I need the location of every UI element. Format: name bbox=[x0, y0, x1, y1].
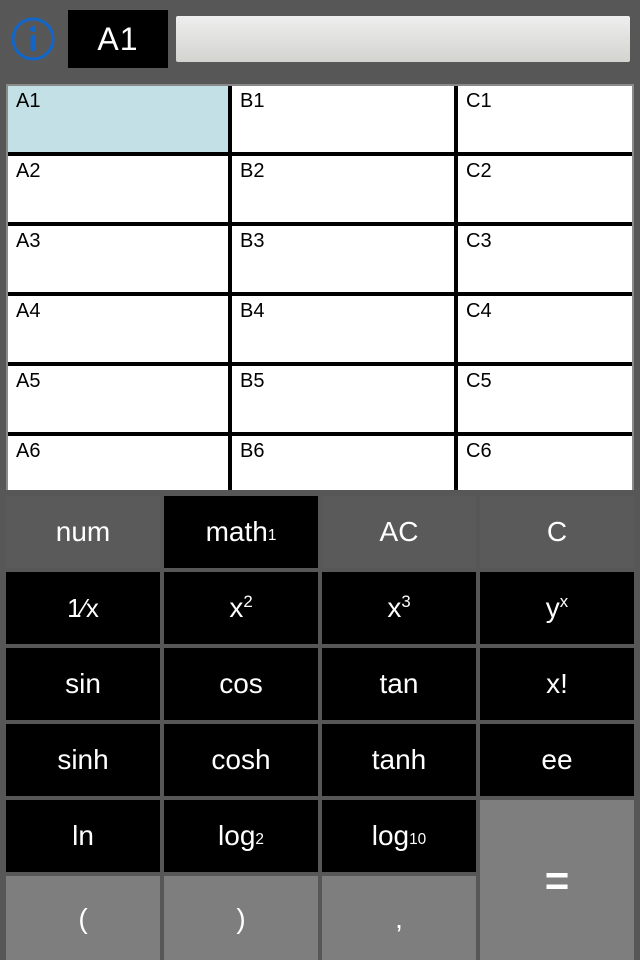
math-sub: 1 bbox=[268, 527, 277, 545]
right-paren-button[interactable]: ) bbox=[164, 876, 318, 960]
all-clear-button[interactable]: AC bbox=[322, 496, 476, 568]
math-label: math bbox=[206, 516, 268, 548]
cell-a5[interactable]: A5 bbox=[8, 366, 228, 432]
x3-sup: 3 bbox=[401, 592, 410, 612]
x3-base: x bbox=[387, 592, 401, 624]
cell-c3[interactable]: C3 bbox=[458, 226, 634, 292]
log2-base: log bbox=[218, 820, 255, 852]
info-icon bbox=[10, 16, 56, 62]
spreadsheet-grid: A1 B1 C1 A2 B2 C2 A3 B3 C3 A4 B4 C4 A5 B… bbox=[6, 84, 634, 490]
formula-input[interactable] bbox=[176, 16, 630, 62]
cell-c1[interactable]: C1 bbox=[458, 86, 634, 152]
spreadsheet-area: A1 B1 C1 A2 B2 C2 A3 B3 C3 A4 B4 C4 A5 B… bbox=[0, 78, 640, 490]
tanh-button[interactable]: tanh bbox=[322, 724, 476, 796]
cell-a2[interactable]: A2 bbox=[8, 156, 228, 222]
cell-c6[interactable]: C6 bbox=[458, 436, 634, 490]
sinh-button[interactable]: sinh bbox=[6, 724, 160, 796]
cell-c2[interactable]: C2 bbox=[458, 156, 634, 222]
cell-reference-display: A1 bbox=[68, 10, 168, 68]
comma-button[interactable]: , bbox=[322, 876, 476, 960]
log10-base: log bbox=[372, 820, 409, 852]
x-cubed-button[interactable]: x3 bbox=[322, 572, 476, 644]
cell-b4[interactable]: B4 bbox=[232, 296, 454, 362]
cell-a6[interactable]: A6 bbox=[8, 436, 228, 490]
log10-button[interactable]: log10 bbox=[322, 800, 476, 872]
cell-a1[interactable]: A1 bbox=[8, 86, 228, 152]
x-squared-button[interactable]: x2 bbox=[164, 572, 318, 644]
cell-b2[interactable]: B2 bbox=[232, 156, 454, 222]
log2-button[interactable]: log2 bbox=[164, 800, 318, 872]
keypad-area: num math1 AC C 1⁄x x2 x3 yx sin cos tan … bbox=[0, 490, 640, 960]
log2-sub: 2 bbox=[255, 831, 264, 849]
cos-button[interactable]: cos bbox=[164, 648, 318, 720]
keypad-grid: num math1 AC C 1⁄x x2 x3 yx sin cos tan … bbox=[6, 496, 634, 954]
cell-b1[interactable]: B1 bbox=[232, 86, 454, 152]
cell-b5[interactable]: B5 bbox=[232, 366, 454, 432]
yx-sup: x bbox=[560, 592, 568, 612]
cell-b3[interactable]: B3 bbox=[232, 226, 454, 292]
tan-button[interactable]: tan bbox=[322, 648, 476, 720]
cell-b6[interactable]: B6 bbox=[232, 436, 454, 490]
cell-a4[interactable]: A4 bbox=[8, 296, 228, 362]
cell-a3[interactable]: A3 bbox=[8, 226, 228, 292]
ee-button[interactable]: ee bbox=[480, 724, 634, 796]
x2-base: x bbox=[229, 592, 243, 624]
cell-c5[interactable]: C5 bbox=[458, 366, 634, 432]
math-mode-button[interactable]: math1 bbox=[164, 496, 318, 568]
header-bar: A1 bbox=[0, 0, 640, 78]
equals-button[interactable]: = bbox=[480, 800, 634, 960]
ln-button[interactable]: ln bbox=[6, 800, 160, 872]
yx-base: y bbox=[546, 592, 560, 624]
reciprocal-label: 1⁄x bbox=[67, 593, 99, 624]
left-paren-button[interactable]: ( bbox=[6, 876, 160, 960]
clear-button[interactable]: C bbox=[480, 496, 634, 568]
factorial-button[interactable]: x! bbox=[480, 648, 634, 720]
y-power-x-button[interactable]: yx bbox=[480, 572, 634, 644]
reciprocal-button[interactable]: 1⁄x bbox=[6, 572, 160, 644]
sin-button[interactable]: sin bbox=[6, 648, 160, 720]
log10-sub: 10 bbox=[409, 831, 426, 849]
num-mode-button[interactable]: num bbox=[6, 496, 160, 568]
cell-c4[interactable]: C4 bbox=[458, 296, 634, 362]
info-button[interactable] bbox=[6, 12, 60, 66]
cosh-button[interactable]: cosh bbox=[164, 724, 318, 796]
x2-sup: 2 bbox=[243, 592, 252, 612]
